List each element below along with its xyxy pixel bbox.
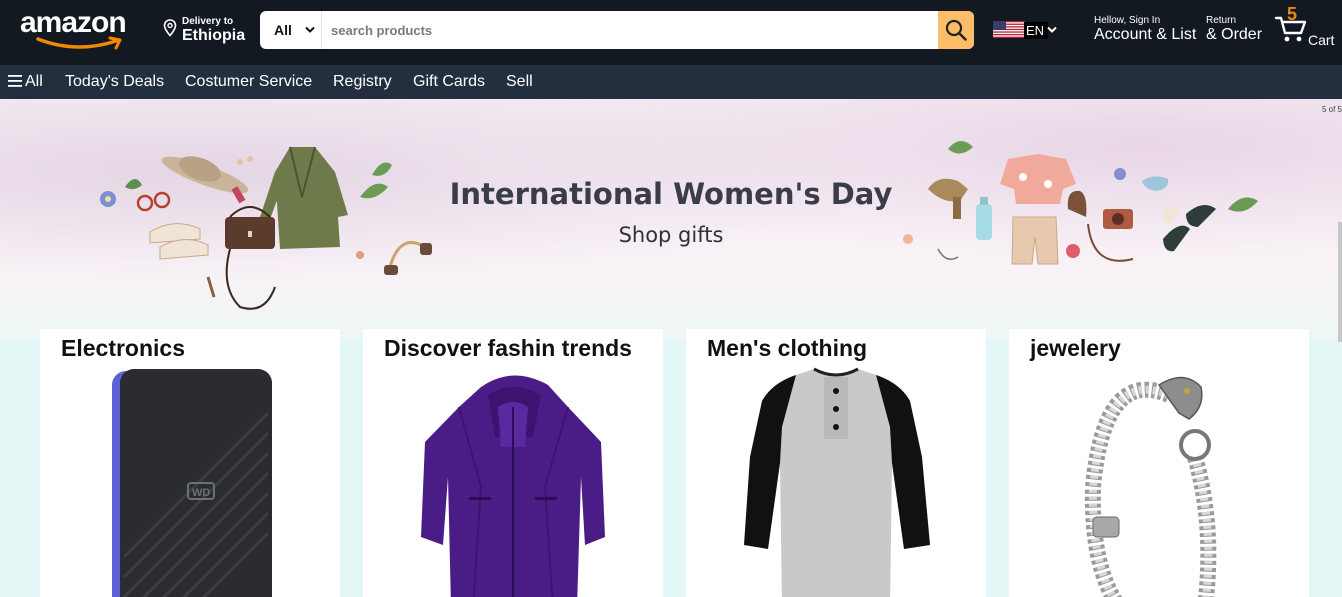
- search-category-value: All: [274, 22, 292, 38]
- henley-shirt-image: [744, 367, 930, 597]
- returns-orders-link[interactable]: Return & Order: [1206, 15, 1262, 44]
- cart-count: 5: [1287, 4, 1298, 24]
- account-label: Account & List: [1094, 26, 1197, 43]
- slide-indicator: 5 of 5: [1321, 105, 1342, 114]
- purple-jacket-image: [421, 375, 605, 597]
- card-title: Electronics: [61, 335, 185, 361]
- nav-registry[interactable]: Registry: [333, 73, 392, 91]
- account-menu[interactable]: Hellow, Sign In Account & List: [1094, 15, 1196, 44]
- category-card-mens-clothing[interactable]: Men's clothing: [686, 329, 986, 597]
- hero-banner[interactable]: 5 of 5 International Women's Day Shop gi…: [0, 99, 1342, 339]
- search-category-select[interactable]: All: [260, 11, 322, 49]
- nav-bar: All Today's Deals Costumer Service Regis…: [0, 65, 1342, 99]
- delivery-location[interactable]: Delivery to Ethiopia: [163, 15, 253, 47]
- all-menu-label: All: [25, 73, 43, 90]
- card-title: Discover fashin trends: [384, 335, 632, 361]
- location-pin-icon: [163, 19, 177, 37]
- amazon-logo[interactable]: amazon: [18, 6, 148, 50]
- chevron-down-icon: [305, 26, 315, 33]
- svg-text:WD: WD: [192, 487, 210, 499]
- hero-title: International Women's Day: [449, 177, 893, 211]
- search-button[interactable]: [938, 11, 974, 49]
- delivery-label: Delivery to: [182, 16, 234, 27]
- womens-gifts-illustration: [903, 140, 1258, 265]
- language-code-box: EN: [1024, 22, 1049, 39]
- returns-label: Return: [1206, 15, 1237, 26]
- all-menu-button[interactable]: All: [8, 73, 43, 91]
- search-bar: All: [260, 11, 974, 49]
- dragon-bracelet-image: [1084, 376, 1217, 597]
- hamburger-menu-icon: [8, 75, 22, 87]
- logo-text: amazon: [20, 6, 127, 39]
- cart-label: Cart: [1308, 32, 1335, 48]
- nav-customer-service[interactable]: Costumer Service: [185, 73, 312, 91]
- us-flag-icon: [993, 21, 1025, 38]
- category-card-jewelery[interactable]: jewelery: [1009, 329, 1309, 597]
- orders-label: & Order: [1206, 26, 1263, 43]
- category-card-electronics[interactable]: Electronics WD: [40, 329, 340, 597]
- logo-smile-icon: [36, 36, 122, 50]
- hard-drive-image: WD: [112, 369, 272, 597]
- top-header: amazon Delivery to Ethiopia All search p…: [0, 0, 1342, 65]
- hero-subtitle: Shop gifts: [618, 223, 724, 247]
- cart-button[interactable]: 5 Cart: [1274, 4, 1340, 50]
- nav-gift-cards[interactable]: Gift Cards: [413, 73, 485, 91]
- category-card-fashion[interactable]: Discover fashin trends: [363, 329, 663, 597]
- nav-todays-deals[interactable]: Today's Deals: [65, 73, 164, 91]
- language-code: EN: [1026, 23, 1045, 38]
- search-input[interactable]: [322, 11, 937, 49]
- delivery-country: Ethiopia: [182, 27, 246, 44]
- card-title: Men's clothing: [707, 335, 868, 361]
- account-greeting: Hellow, Sign In: [1094, 15, 1161, 26]
- search-icon: [945, 19, 967, 41]
- language-selector[interactable]: EN: [993, 20, 1069, 42]
- page-scrollbar[interactable]: [1338, 222, 1342, 342]
- chevron-down-icon: [1047, 26, 1057, 33]
- nav-sell[interactable]: Sell: [506, 73, 533, 91]
- card-title: jewelery: [1030, 335, 1121, 361]
